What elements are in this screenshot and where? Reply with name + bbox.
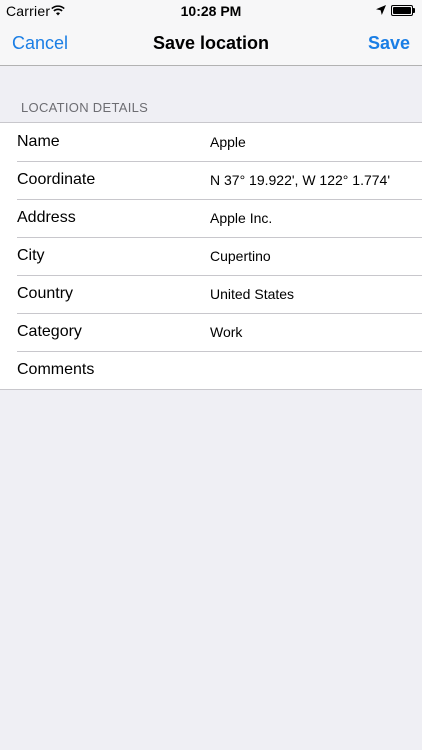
page-title: Save location	[152, 33, 270, 53]
navigation-bar: Cancel Save location Save	[0, 22, 422, 66]
status-bar: Carrier 10:28 PM	[0, 0, 422, 22]
location-details-table: Name Apple Coordinate N 37° 19.922', W 1…	[0, 122, 422, 390]
row-coordinate[interactable]: Coordinate N 37° 19.922', W 122° 1.774'	[0, 161, 422, 199]
battery-icon	[391, 5, 413, 16]
row-address[interactable]: Address Apple Inc.	[0, 199, 422, 237]
section-header: LOCATION DETAILS	[21, 100, 149, 115]
row-label: Country	[17, 285, 74, 302]
row-country[interactable]: Country United States	[0, 275, 422, 313]
row-label: Comments	[17, 361, 95, 378]
row-label: Address	[17, 209, 76, 226]
location-arrow-icon	[376, 5, 386, 15]
row-label: Category	[17, 323, 82, 340]
row-comments[interactable]: Comments	[0, 351, 422, 389]
row-value: Work	[210, 324, 243, 340]
status-time: 10:28 PM	[180, 3, 242, 19]
save-button[interactable]: Save	[368, 33, 410, 54]
row-label: City	[17, 247, 45, 264]
row-category[interactable]: Category Work	[0, 313, 422, 351]
row-name[interactable]: Name Apple	[0, 123, 422, 161]
row-value: Apple	[210, 134, 246, 150]
row-label: Name	[17, 133, 60, 150]
row-value: Cupertino	[210, 248, 271, 264]
row-value: United States	[210, 286, 295, 302]
row-value: Apple Inc.	[210, 210, 273, 226]
battery-tip	[413, 8, 415, 13]
row-label: Coordinate	[17, 171, 96, 188]
row-city[interactable]: City Cupertino	[0, 237, 422, 275]
row-value: N 37° 19.922', W 122° 1.774'	[210, 172, 390, 188]
